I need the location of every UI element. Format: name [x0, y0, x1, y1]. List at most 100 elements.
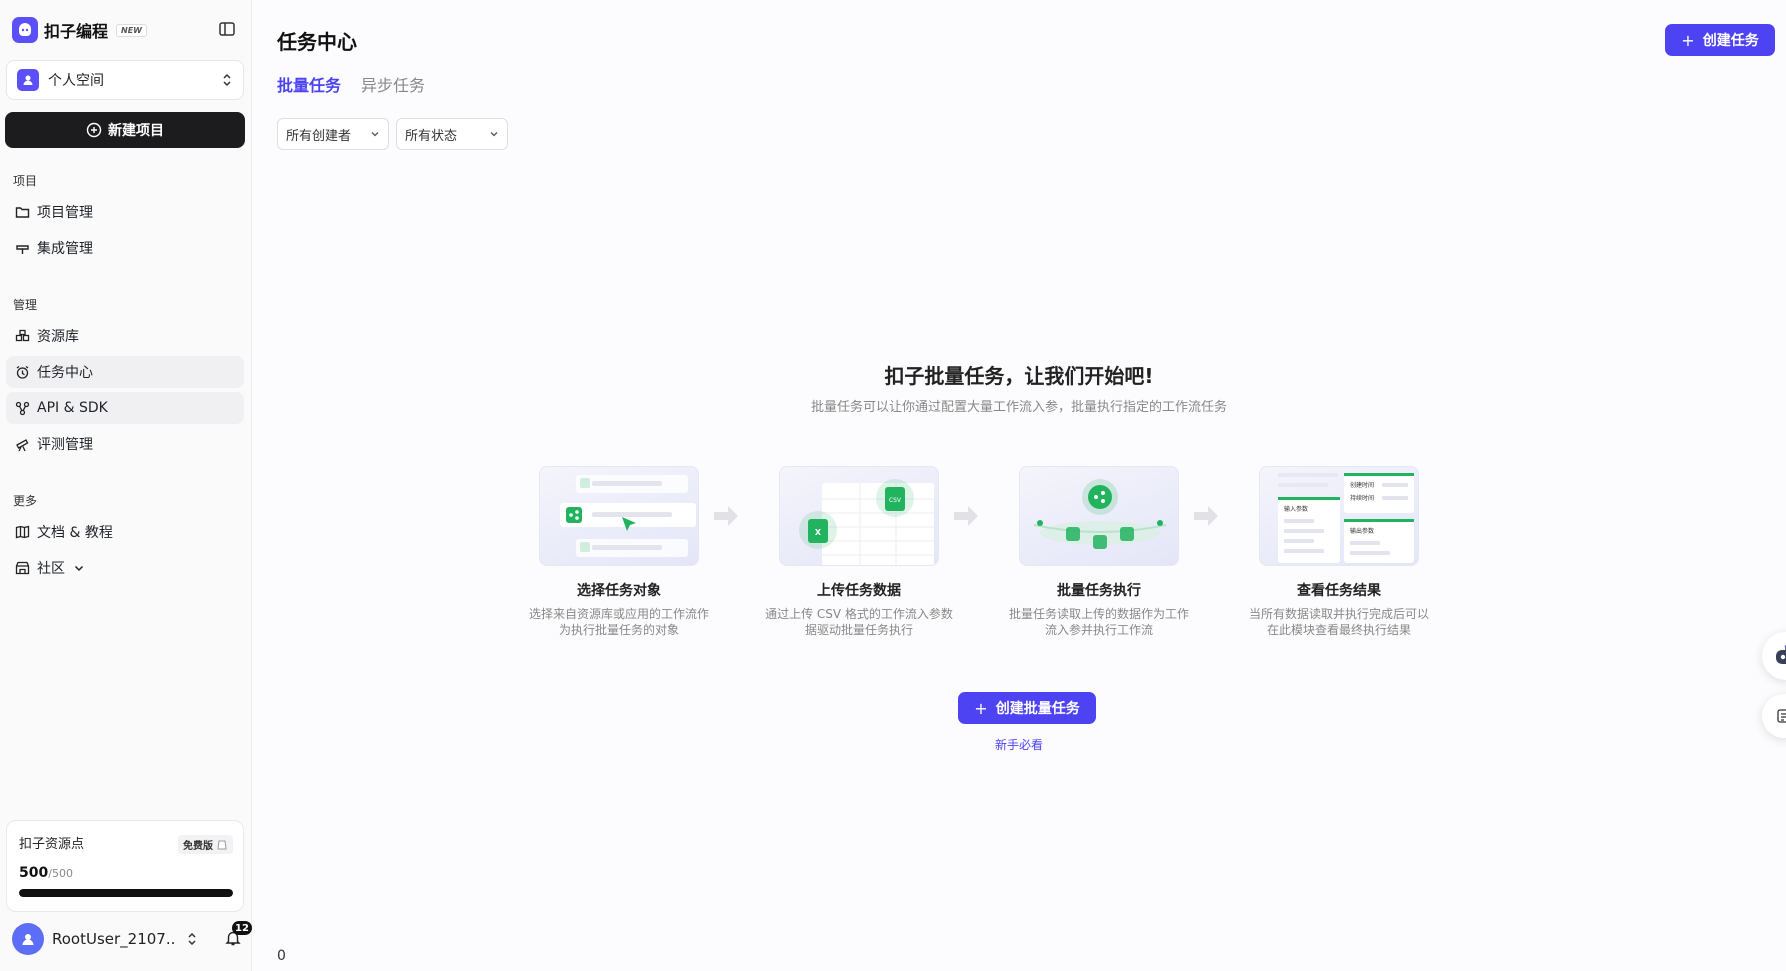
execute-illustration: [1019, 466, 1179, 566]
duration-label: 持续时间: [1350, 494, 1374, 502]
input-params-label: 输入参数: [1284, 505, 1308, 513]
step-select-target: 选择任务对象 选择来自资源库或应用的工作流作为执行批量任务的对象: [522, 466, 716, 638]
create-batch-task-button[interactable]: + 创建批量任务: [958, 692, 1096, 724]
sidebar-item-integration-management[interactable]: 集成管理: [6, 232, 244, 264]
arrow-right-icon: [714, 506, 738, 526]
workspace-label: 个人空间: [48, 73, 104, 89]
step-execute: 批量任务执行 批量任务读取上传的数据作为工作流入参并执行工作流: [1002, 466, 1196, 638]
store-icon: [14, 560, 30, 576]
alarm-clock-icon: [14, 364, 30, 380]
empty-state-title: 扣子批量任务，让我们开始吧!: [884, 364, 1154, 388]
sidebar-item-label: 社区: [37, 561, 65, 577]
csv-file-label: CSV: [889, 497, 902, 504]
created-time-label: 创建时间: [1350, 481, 1374, 489]
folder-icon: [14, 204, 30, 220]
sidebar-item-label: API & SDK: [37, 400, 108, 416]
sidebar-item-label: 任务中心: [37, 365, 93, 381]
brand-name: 扣子编程: [44, 22, 109, 41]
sidebar-item-label: 项目管理: [37, 205, 93, 221]
sidebar-collapse-icon[interactable]: [218, 20, 238, 40]
output-params-label: 输出参数: [1350, 527, 1374, 535]
notes-icon: [1777, 709, 1786, 723]
credits-progress-fill: [19, 889, 233, 897]
sidebar-item-label: 资源库: [37, 329, 79, 345]
sidebar-item-api-sdk[interactable]: API & SDK: [6, 392, 244, 424]
empty-state-subtitle: 批量任务可以让你通过配置大量工作流入参，批量执行指定的工作流任务: [810, 400, 1227, 415]
user-name[interactable]: RootUser_2107...: [52, 930, 176, 948]
ai-assistant-button[interactable]: [1762, 632, 1786, 680]
book-icon: [14, 524, 30, 540]
step-view-results: 输入参数 创建时间 持续时间 输出参数 查看任务结果 当所有数据读取并执行完成后…: [1242, 466, 1436, 638]
main-content: 任务中心 + 创建任务 批量任务 异步任务 所有创建者 所有状态 扣子批量任务，…: [252, 0, 1786, 971]
plus-circle-icon: [86, 122, 102, 138]
chevron-down-icon: [371, 132, 379, 137]
credits-current: 500: [19, 865, 49, 881]
sidebar-item-project-management[interactable]: 项目管理: [6, 196, 244, 228]
upload-data-illustration: CSV X: [779, 466, 939, 566]
task-tabs: 批量任务 异步任务: [277, 72, 445, 102]
tab-batch-tasks[interactable]: 批量任务: [277, 72, 341, 102]
sidebar-item-docs[interactable]: 文档 & 教程: [6, 516, 244, 548]
brand[interactable]: 扣子编程 NEW: [12, 16, 147, 44]
chevron-down-icon: [74, 565, 84, 572]
workspace-select[interactable]: 个人空间: [6, 60, 244, 100]
credits-card[interactable]: 扣子资源点 免费版 500/500: [6, 820, 244, 912]
plus-icon: +: [974, 698, 988, 718]
arrow-right-icon: [1194, 506, 1218, 526]
tab-async-tasks[interactable]: 异步任务: [361, 72, 425, 102]
api-icon: [14, 400, 30, 416]
robot-icon: [1776, 645, 1786, 664]
new-project-label: 新建项目: [108, 123, 164, 139]
brand-logo-icon: [12, 17, 38, 43]
sidebar-item-evaluation[interactable]: 评测管理: [6, 428, 244, 460]
create-task-button[interactable]: + 创建任务: [1665, 24, 1775, 56]
sidebar-item-label: 集成管理: [37, 241, 93, 257]
select-target-illustration: [539, 466, 699, 566]
task-count: 0: [277, 948, 286, 964]
arrow-right-icon: [954, 506, 978, 526]
step-upload-data: CSV X 上传任务数据 通过上传 CSV 格式的工作流入参数据驱动批量任务执行: [762, 466, 956, 638]
chevron-down-icon: [490, 132, 498, 137]
library-icon: [14, 328, 30, 344]
section-title-manage: 管理: [13, 298, 38, 312]
step-title: 批量任务执行: [1057, 583, 1141, 599]
new-badge: NEW: [116, 23, 147, 37]
sidebar-item-label: 文档 & 教程: [37, 525, 113, 541]
sidebar-item-community[interactable]: 社区: [6, 552, 244, 584]
beginner-guide-link[interactable]: 新手必看: [252, 736, 1786, 753]
plan-icon: [217, 840, 227, 849]
sidebar-item-resource-library[interactable]: 资源库: [6, 320, 244, 352]
creator-filter-value: 所有创建者: [286, 128, 352, 144]
step-title: 选择任务对象: [577, 583, 661, 599]
updown-chevron-icon[interactable]: [184, 931, 200, 947]
view-results-illustration: 输入参数 创建时间 持续时间 输出参数: [1259, 466, 1419, 566]
new-project-button[interactable]: 新建项目: [5, 112, 245, 148]
user-avatar[interactable]: [12, 923, 44, 955]
credits-value: 500/500: [19, 865, 73, 881]
sidebar: 扣子编程 NEW 个人空间 新建项目 项目 项目管理 集成管理 管理 资源库 任…: [0, 0, 252, 971]
sidebar-item-task-center[interactable]: 任务中心: [6, 356, 244, 388]
workspace-avatar-icon: [17, 69, 39, 91]
plug-icon: [14, 240, 30, 256]
section-title-more: 更多: [13, 494, 38, 508]
plus-icon: +: [1681, 30, 1695, 50]
step-description: 通过上传 CSV 格式的工作流入参数据驱动批量任务执行: [765, 607, 953, 637]
credits-max: /500: [48, 867, 73, 880]
notes-button[interactable]: [1762, 694, 1786, 738]
credits-progress-bar: [19, 889, 233, 897]
plan-badge: 免费版: [178, 835, 233, 854]
status-filter-value: 所有状态: [405, 128, 458, 144]
telescope-icon: [14, 436, 30, 452]
user-row: RootUser_2107... 12: [12, 921, 252, 956]
section-title-project: 项目: [13, 174, 38, 188]
notification-count-badge: 12: [232, 921, 252, 935]
notification-bell-icon[interactable]: 12: [224, 921, 252, 949]
status-filter-select[interactable]: 所有状态: [396, 118, 508, 150]
create-task-label: 创建任务: [1702, 33, 1759, 49]
updown-chevron-icon: [223, 73, 231, 87]
step-title: 查看任务结果: [1297, 583, 1381, 599]
step-description: 选择来自资源库或应用的工作流作为执行批量任务的对象: [528, 607, 709, 637]
plan-label: 免费版: [183, 841, 213, 852]
step-title: 上传任务数据: [817, 583, 901, 599]
creator-filter-select[interactable]: 所有创建者: [277, 118, 389, 150]
